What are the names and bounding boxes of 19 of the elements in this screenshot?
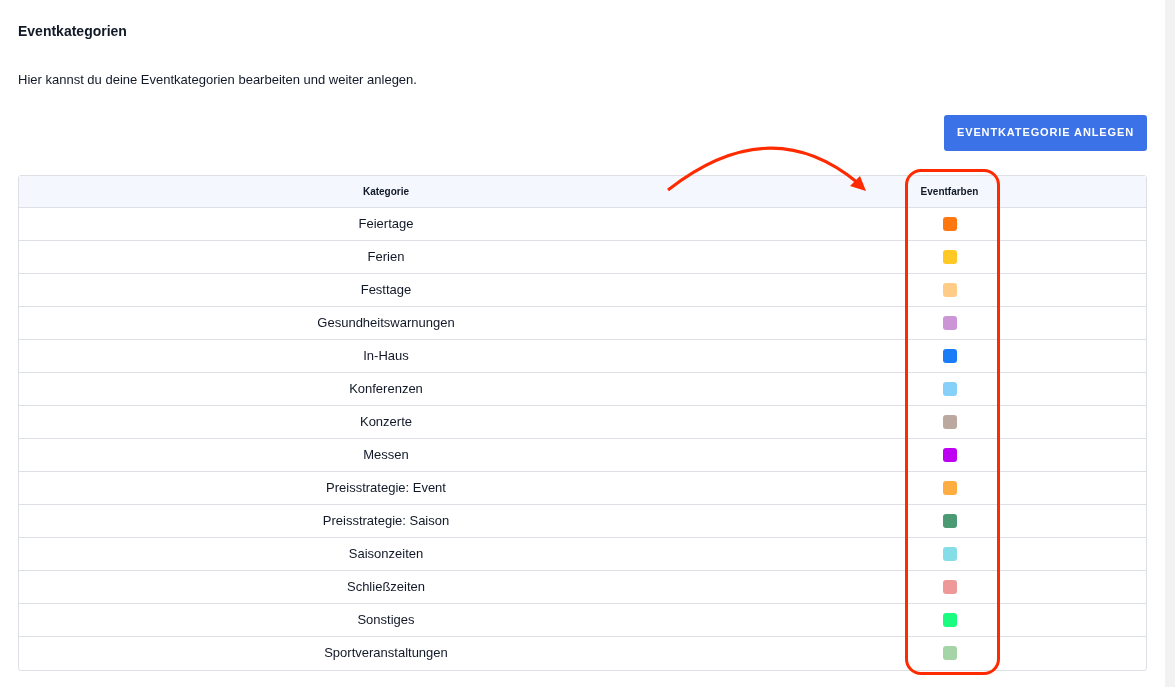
create-category-button[interactable]: EVENTKATEGORIE ANLEGEN	[943, 114, 1147, 151]
category-name: Ferien	[367, 247, 405, 266]
category-name: Feiertage	[358, 214, 414, 233]
category-name: Gesundheitswarnungen	[317, 313, 455, 332]
category-name: Konferenzen	[349, 379, 423, 398]
category-name: Festtage	[360, 280, 412, 299]
category-name: Konzerte	[359, 412, 412, 431]
column-header: Eventfarben	[920, 184, 979, 199]
category-name: Preisstrategie: Saison	[322, 511, 450, 530]
category-name: Sonstiges	[357, 610, 415, 629]
page-description: Hier kannst du deine Eventkategorien bearbeiten und weiter anlegen.	[18, 71, 417, 89]
category-name: Schließzeiten	[346, 577, 425, 596]
category-name: Preisstrategie: Event	[326, 478, 446, 497]
category-name: Messen	[363, 445, 409, 464]
category-name: Saisonzeiten	[348, 544, 424, 563]
category-name: In-Haus	[363, 346, 409, 365]
category-name: Sportveranstaltungen	[324, 644, 448, 663]
column-header: Kategorie	[362, 184, 410, 199]
page-title: Eventkategorien	[18, 22, 127, 41]
